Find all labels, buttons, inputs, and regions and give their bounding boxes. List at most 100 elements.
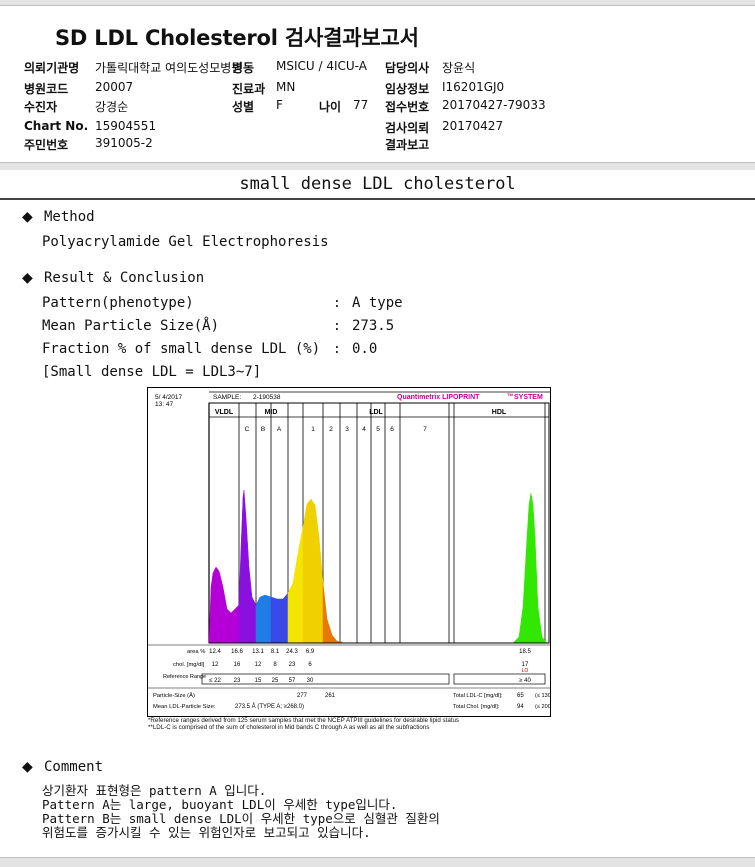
particle-size-value: 261 bbox=[325, 693, 336, 699]
report-title: SD LDL Cholesterol 검사결과보고서 bbox=[55, 26, 419, 50]
fraction-label: Fraction % of small dense LDL (%) bbox=[42, 341, 321, 357]
reference-value: 30 bbox=[307, 678, 314, 684]
chol-value: 12 bbox=[255, 662, 262, 668]
pattern-label: Pattern(phenotype) bbox=[42, 295, 194, 311]
patient-value: 강경순 bbox=[95, 100, 129, 114]
area-value: 8.1 bbox=[271, 649, 280, 655]
mid-b-peak bbox=[255, 594, 272, 644]
institution-label: 의뢰기관명 bbox=[24, 61, 80, 75]
colon: : bbox=[333, 319, 341, 334]
area-value: 12.4 bbox=[209, 649, 221, 655]
mid-a-peak bbox=[270, 592, 289, 644]
top-rule bbox=[0, 0, 755, 6]
ward-value: MSICU / 4ICU-A bbox=[276, 59, 367, 73]
sdldl-definition: [Small dense LDL = LDL3~7] bbox=[42, 364, 262, 380]
bullet-icon: ◆ bbox=[22, 759, 33, 775]
group-label: VLDL bbox=[215, 409, 234, 416]
chol-row-label: chol. [mg/dl] bbox=[173, 662, 205, 668]
band-label: B bbox=[261, 426, 265, 433]
reference-value: 15 bbox=[255, 678, 262, 684]
reference-row-label: Reference Range bbox=[163, 674, 206, 680]
comment-heading: Comment bbox=[44, 759, 104, 775]
reference-note: *Reference ranges derived from 125 serum… bbox=[148, 717, 460, 724]
patient-label: 수진자 bbox=[24, 100, 58, 114]
hdl-area-value: 18.5 bbox=[519, 649, 531, 655]
sex-label: 성별 bbox=[232, 100, 255, 114]
institution-value: 가톨릭대학교 여의도성모병원 bbox=[95, 61, 243, 75]
band-label: 2 bbox=[329, 426, 333, 433]
request-date-label: 검사의뢰 bbox=[385, 121, 430, 135]
section-title-rule bbox=[0, 198, 755, 200]
bullet-icon: ◆ bbox=[22, 209, 33, 225]
particle-size-value: 277 bbox=[297, 693, 308, 699]
total-chol-value: 94 bbox=[517, 704, 524, 710]
resident-id-value: 391005-2 bbox=[95, 136, 153, 150]
bottom-rule bbox=[0, 857, 755, 867]
sex-value: F bbox=[276, 98, 283, 112]
mean-size-label: Mean LDL-Particle Size: bbox=[153, 704, 216, 710]
comment-line-4: 위험도를 증가시킬 수 있는 위험인자로 보고되고 있습니다. bbox=[42, 825, 371, 840]
band-label: 7 bbox=[423, 426, 427, 433]
fraction-value: 0.0 bbox=[352, 341, 378, 357]
clinical-info-value: I16201GJ0 bbox=[442, 80, 505, 94]
band-label: C bbox=[245, 426, 250, 433]
reference-value: ≤ 22 bbox=[209, 678, 221, 684]
receipt-label: 접수번호 bbox=[385, 100, 430, 114]
colon: : bbox=[333, 296, 341, 311]
method-text: Polyacrylamide Gel Electrophoresis bbox=[42, 234, 329, 250]
resident-id-label: 주민번호 bbox=[24, 138, 69, 152]
band-label: 1 bbox=[311, 426, 315, 433]
method-heading: Method bbox=[44, 209, 95, 225]
dept-value: MN bbox=[276, 80, 296, 94]
colon: : bbox=[333, 342, 341, 357]
area-value: 16.6 bbox=[231, 649, 243, 655]
band-label: A bbox=[277, 426, 282, 433]
lipoprint-chart: 5/ 4/201713: 47 SAMPLE: 2-190538 Quantimetr… bbox=[147, 387, 551, 717]
chart-background bbox=[147, 387, 551, 717]
ldlc-note: **LDL-C is comprised of the sum of chole… bbox=[148, 724, 430, 731]
hospital-code-value: 20007 bbox=[95, 80, 134, 94]
band-label: 5 bbox=[376, 426, 380, 433]
brand-suffix: SYSTEM bbox=[514, 394, 543, 401]
age-value: 77 bbox=[353, 98, 369, 112]
chol-value: 23 bbox=[289, 662, 296, 668]
chart-no-label: Chart No. bbox=[24, 119, 89, 133]
chart-time: 13: 47 bbox=[155, 401, 173, 408]
bullet-icon: ◆ bbox=[22, 270, 33, 286]
pattern-value: A type bbox=[352, 295, 403, 311]
area-value: 13.1 bbox=[252, 649, 264, 655]
sample-label: SAMPLE: bbox=[213, 394, 241, 401]
reference-value: 23 bbox=[234, 678, 241, 684]
total-ldl-ref: (≤ 130) bbox=[535, 693, 551, 699]
header-divider bbox=[0, 162, 755, 170]
brand-tm: TM bbox=[507, 392, 513, 397]
hospital-code-label: 병원코드 bbox=[24, 82, 69, 96]
area-value: 6.9 bbox=[306, 649, 315, 655]
particle-size-label: Particle-Size (Å) bbox=[153, 692, 195, 699]
doctor-value: 장윤식 bbox=[442, 61, 476, 75]
total-ldl-value: 65 bbox=[517, 693, 524, 699]
age-label: 나이 bbox=[319, 100, 342, 114]
result-heading: Result & Conclusion bbox=[44, 270, 205, 286]
brand-name: Quantimetrix LIPOPRINT bbox=[397, 394, 480, 401]
chart-date: 5/ 4/2017 bbox=[155, 394, 182, 401]
mean-size-value: 273.5 Å (TYPE A; ≥268.0) bbox=[235, 703, 304, 710]
total-chol-label: Total Chol. [mg/dl]: bbox=[453, 704, 500, 710]
reference-value: 25 bbox=[272, 678, 279, 684]
request-date-value: 20170427 bbox=[442, 119, 504, 133]
band-label: 6 bbox=[390, 426, 394, 433]
particle-size-label: Mean Particle Size(Å) bbox=[42, 318, 220, 334]
area-row-label: area % bbox=[187, 649, 205, 655]
section-title: small dense LDL cholesterol bbox=[239, 174, 516, 194]
area-value: 24.3 bbox=[286, 649, 298, 655]
doctor-label: 담당의사 bbox=[385, 61, 430, 75]
sample-id: 2-190538 bbox=[253, 394, 281, 401]
total-ldl-label: Total LDL-C [mg/dl]: bbox=[453, 693, 503, 699]
band-label: 4 bbox=[362, 426, 366, 433]
band-label: 3 bbox=[345, 426, 349, 433]
chart-no-value: 15904551 bbox=[95, 119, 157, 133]
group-label: HDL bbox=[492, 409, 507, 416]
reference-value: 57 bbox=[289, 678, 296, 684]
chol-value: 16 bbox=[234, 662, 241, 668]
receipt-value: 20170427-79033 bbox=[442, 98, 546, 112]
